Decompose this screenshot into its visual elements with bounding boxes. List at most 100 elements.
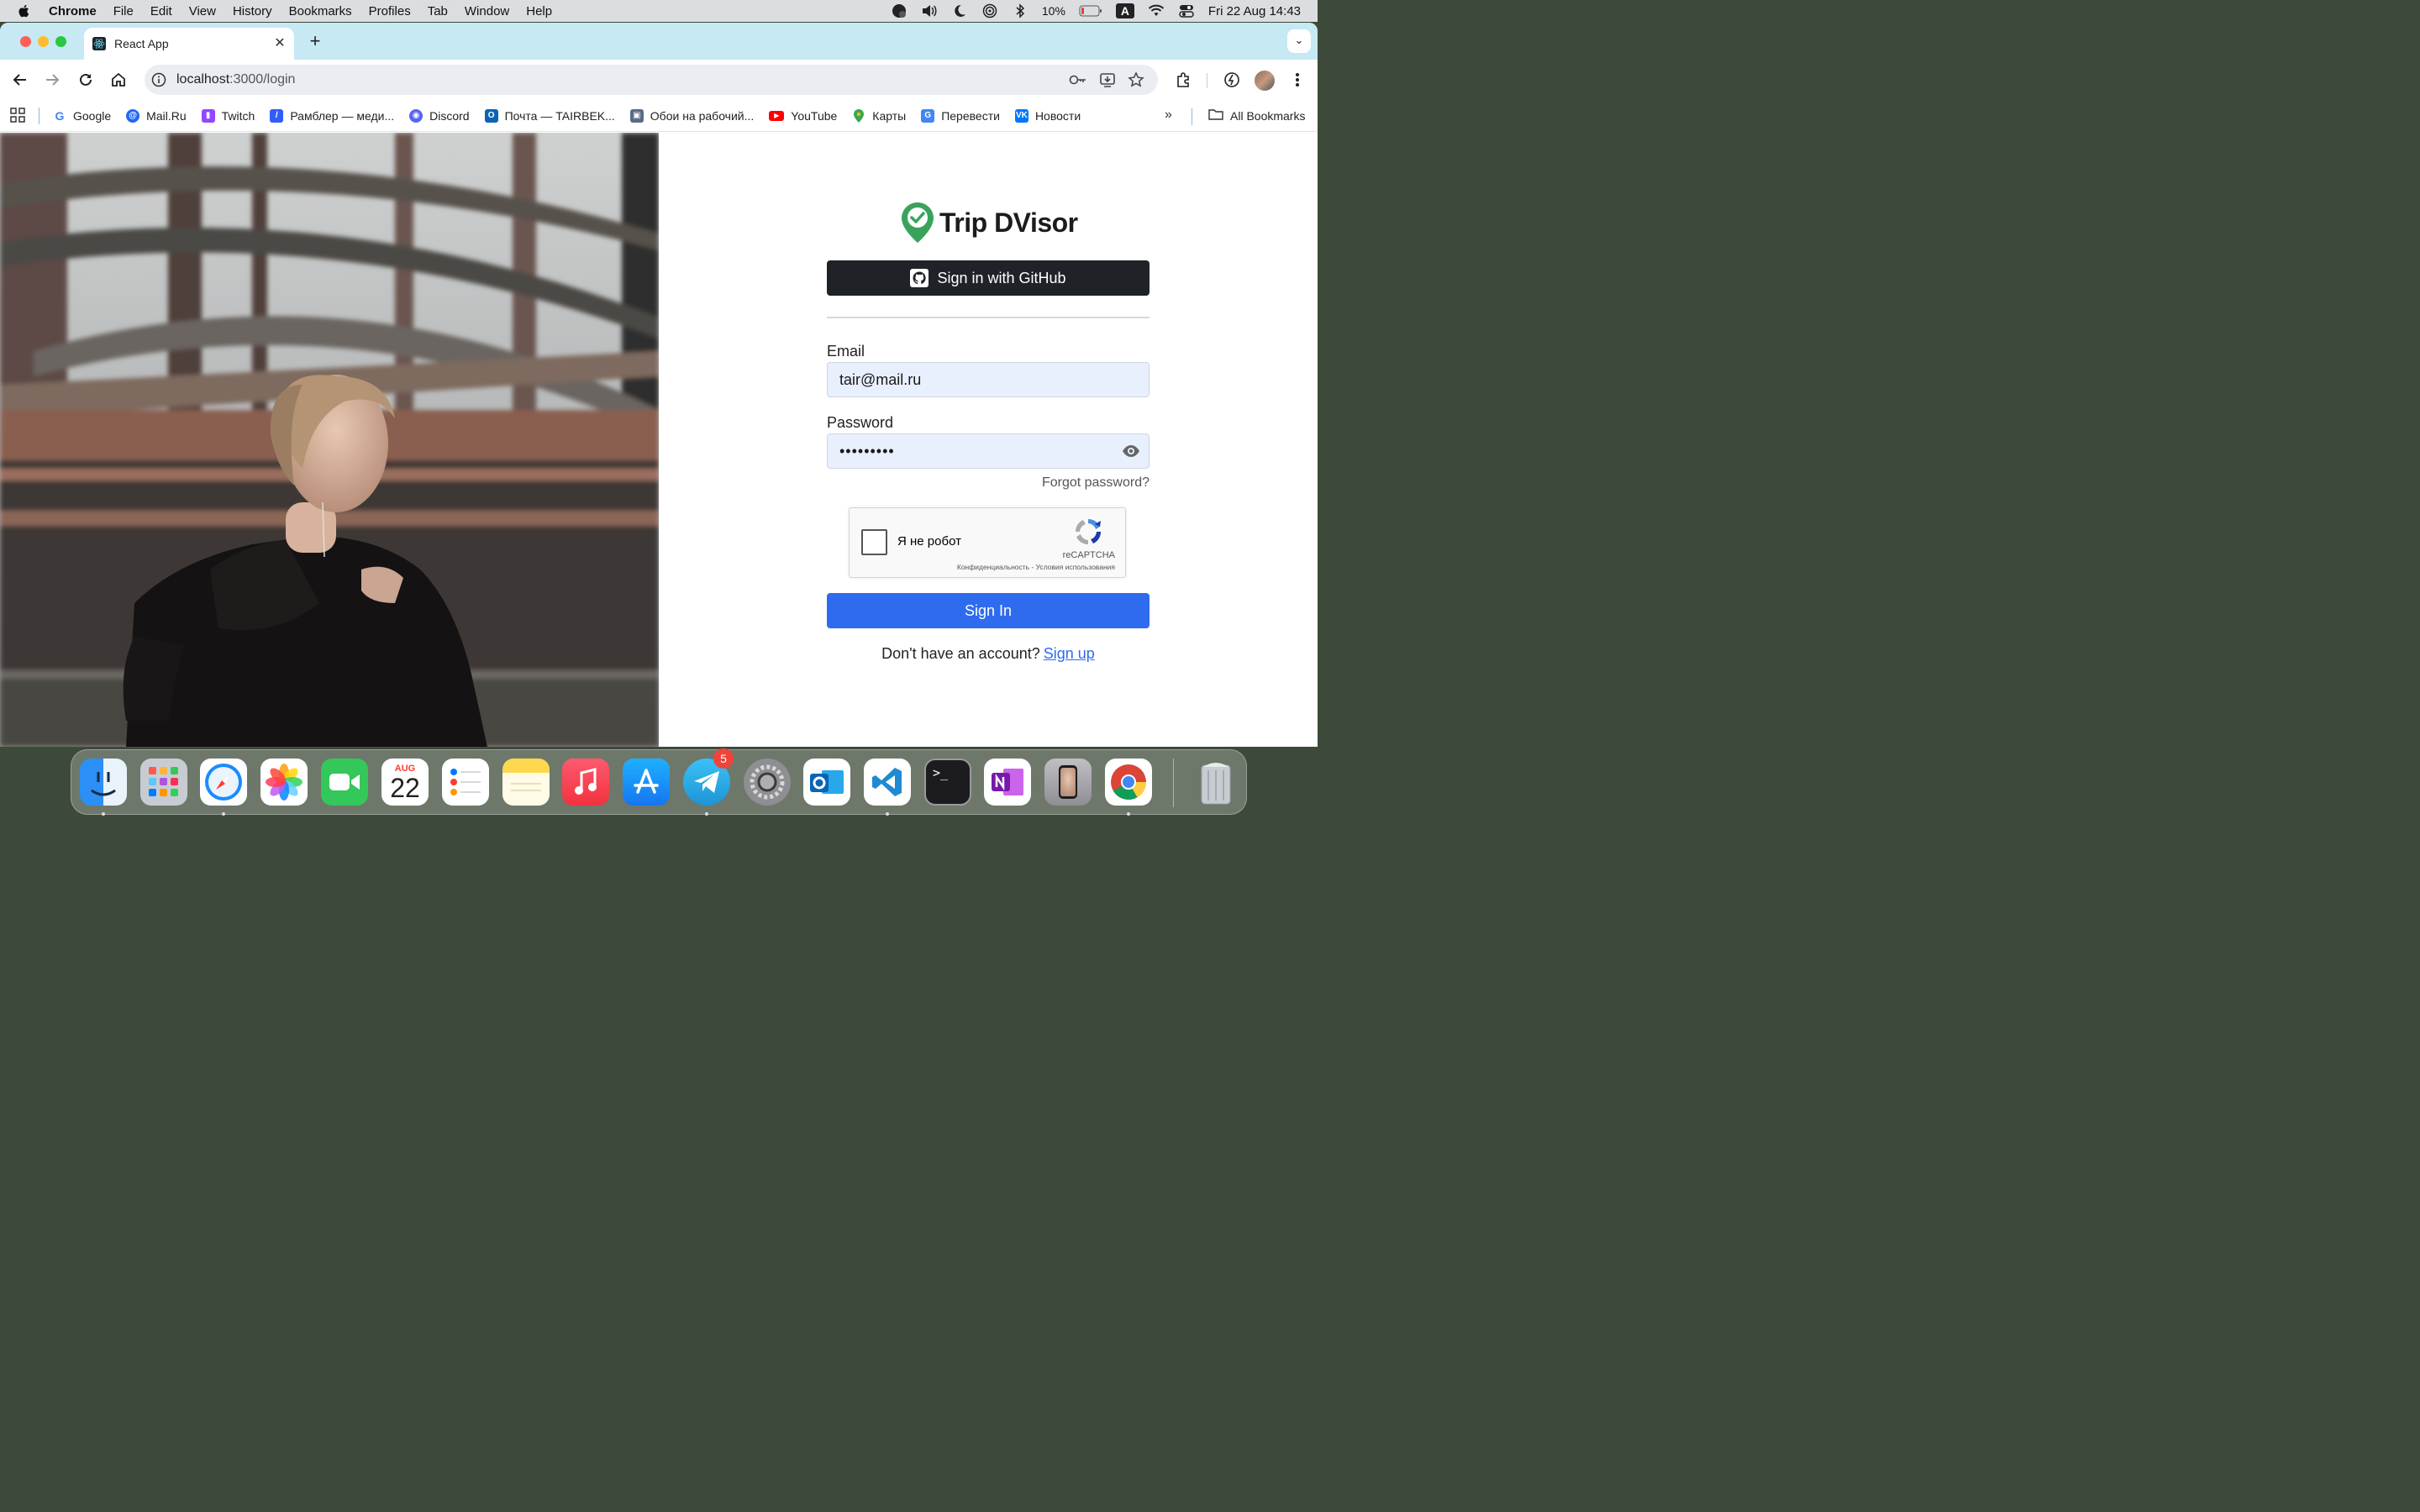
github-signin-button[interactable]: Sign in with GitHub (827, 260, 1150, 296)
translate-icon: G (921, 108, 935, 123)
recaptcha-label: Я не робот (897, 534, 961, 549)
profile-avatar[interactable] (1255, 71, 1275, 91)
bookmark-label: YouTube (791, 108, 838, 123)
bookmark-outlook[interactable]: O Почта — TAIRBEK... (484, 108, 615, 123)
focus-moon-icon[interactable] (951, 4, 968, 18)
bookmark-maps[interactable]: Карты (852, 108, 906, 123)
signup-link[interactable]: Sign up (1044, 645, 1095, 662)
recaptcha-terms[interactable]: Конфиденциальность - Условия использован… (850, 563, 1115, 571)
dock-vscode[interactable] (864, 759, 911, 806)
home-button[interactable] (108, 70, 129, 90)
menu-tab[interactable]: Tab (428, 4, 448, 18)
outlook-icon: O (484, 108, 498, 123)
dock-calendar[interactable]: AUG 22 (381, 759, 429, 806)
menu-file[interactable]: File (113, 4, 134, 18)
dock-notes[interactable] (502, 759, 550, 806)
dock-running-dot (102, 812, 105, 816)
react-favicon-icon (92, 37, 106, 50)
bookmark-youtube[interactable]: ▶ YouTube (769, 109, 837, 123)
dock-reminders[interactable] (442, 759, 489, 806)
reload-button[interactable] (76, 70, 96, 90)
dock-separator (1173, 759, 1174, 807)
status-area: 10% A Fri 22 Aug 14:43 (891, 0, 1301, 22)
window-close-button[interactable] (20, 36, 31, 47)
airdrop-icon[interactable] (981, 3, 998, 18)
dock-photos[interactable] (260, 759, 308, 806)
window-minimize-button[interactable] (38, 36, 49, 47)
finder-icon (91, 772, 116, 796)
dock-app-store[interactable] (623, 759, 670, 806)
back-button[interactable] (10, 70, 30, 90)
menu-view[interactable]: View (189, 4, 216, 18)
dock-finder[interactable] (80, 759, 127, 806)
dock-outlook[interactable] (803, 759, 850, 806)
dock-terminal[interactable]: >_ (924, 759, 971, 806)
install-app-icon[interactable] (1099, 71, 1116, 92)
dock-music[interactable] (562, 759, 609, 806)
tab-close-icon[interactable]: ✕ (272, 36, 287, 51)
bookmark-google[interactable]: G Google (53, 108, 111, 123)
bookmark-vk-news[interactable]: VK Новости (1014, 108, 1081, 123)
performance-icon[interactable] (1222, 70, 1242, 90)
menu-history[interactable]: History (233, 4, 272, 18)
extensions-icon[interactable] (1173, 70, 1193, 90)
page-content: Trip DVisor Sign in with GitHub Email ta… (0, 133, 1318, 747)
tab-search-chevron-icon[interactable]: ⌄ (1287, 29, 1311, 53)
bookmark-mailru[interactable]: @ Mail.Ru (126, 108, 187, 123)
menu-profiles[interactable]: Profiles (369, 4, 411, 18)
chrome-menu-icon[interactable] (1287, 70, 1307, 90)
volume-icon[interactable] (921, 4, 938, 18)
password-key-icon[interactable] (1069, 71, 1087, 92)
dock-running-dot (1127, 812, 1130, 816)
dock-launchpad[interactable] (140, 759, 187, 806)
signin-button[interactable]: Sign In (827, 593, 1150, 628)
dock-chrome[interactable] (1105, 759, 1152, 806)
menu-help[interactable]: Help (526, 4, 552, 18)
apple-menu-icon[interactable] (17, 3, 32, 18)
bookmark-discord[interactable]: ◉ Discord (409, 108, 470, 123)
control-center-icon[interactable] (1178, 4, 1195, 18)
email-field[interactable]: tair@mail.ru (827, 362, 1150, 397)
dock-iphone-mirroring[interactable] (1044, 759, 1092, 806)
show-password-eye-icon[interactable] (1122, 443, 1140, 459)
bookmark-rambler[interactable]: / Рамблер — меди... (270, 108, 394, 123)
bookmark-star-icon[interactable] (1128, 71, 1144, 92)
window-zoom-button[interactable] (55, 36, 66, 47)
dock-trash[interactable] (1192, 759, 1239, 806)
dock-system-settings[interactable] (744, 759, 791, 806)
safari-compass-icon (205, 764, 242, 801)
bookmark-label: Почта — TAIRBEK... (504, 108, 615, 123)
menubar-clock[interactable]: Fri 22 Aug 14:43 (1208, 4, 1301, 18)
forward-button[interactable] (42, 70, 62, 90)
notification-center-icon[interactable] (891, 4, 908, 18)
apps-grid-icon[interactable] (10, 107, 27, 124)
menu-edit[interactable]: Edit (150, 4, 172, 18)
bookmark-twitch[interactable]: ▮ Twitch (201, 108, 255, 123)
bluetooth-icon[interactable] (1012, 3, 1028, 18)
mailru-icon: @ (126, 108, 140, 123)
more-bookmarks-chevron-icon[interactable]: » (1165, 108, 1172, 123)
dock-safari[interactable] (200, 759, 247, 806)
form-divider (827, 317, 1150, 318)
address-bar[interactable]: localhost:3000/login (145, 65, 1158, 95)
new-tab-button[interactable]: + (306, 32, 324, 51)
input-source-icon[interactable]: A (1115, 3, 1134, 18)
signup-prompt: Don't have an account? Sign up (827, 645, 1150, 663)
wallpaper-icon: ▣ (629, 108, 644, 123)
wifi-icon[interactable] (1148, 4, 1165, 18)
site-info-icon[interactable] (151, 72, 166, 87)
menu-window[interactable]: Window (465, 4, 509, 18)
bookmark-wallpapers[interactable]: ▣ Обои на рабочий... (629, 108, 754, 123)
tab-react-app[interactable]: React App ✕ (84, 28, 294, 60)
settings-gear-icon (750, 764, 785, 800)
dock-facetime[interactable] (321, 759, 368, 806)
menu-app-name[interactable]: Chrome (49, 4, 97, 18)
folder-icon (1208, 108, 1223, 123)
menu-bookmarks[interactable]: Bookmarks (289, 4, 352, 18)
all-bookmarks-folder[interactable]: All Bookmarks (1208, 108, 1305, 123)
dock-onenote[interactable] (984, 759, 1031, 806)
forgot-password-link[interactable]: Forgot password? (1042, 475, 1150, 491)
battery-icon[interactable] (1079, 4, 1102, 18)
password-field[interactable]: ••••••••• (827, 433, 1150, 469)
bookmark-translate[interactable]: G Перевести (921, 108, 1000, 123)
